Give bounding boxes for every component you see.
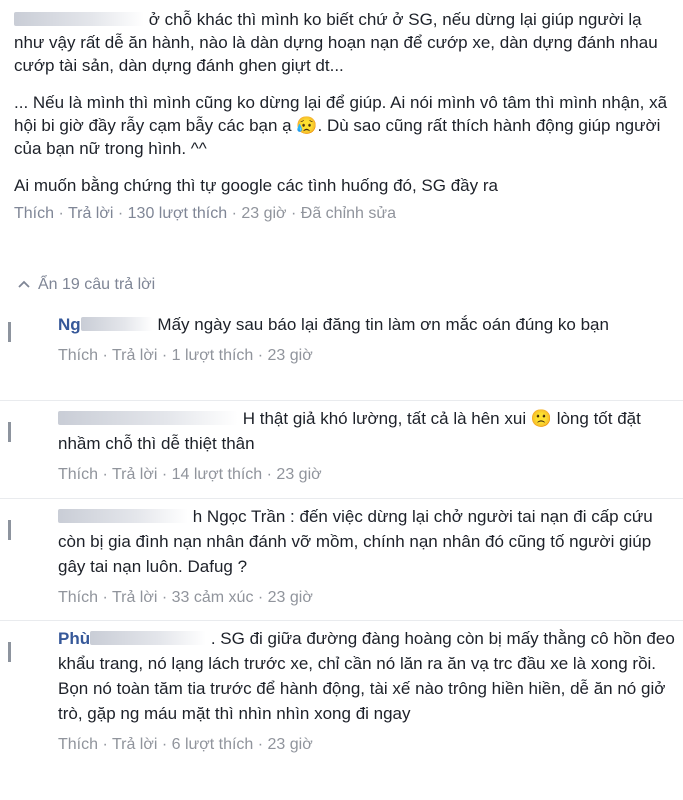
blurred-author-name (90, 631, 207, 645)
timestamp[interactable]: 23 giờ (241, 205, 286, 222)
timestamp[interactable]: 23 giờ (268, 589, 313, 606)
avatar[interactable] (8, 312, 40, 344)
like-count-link[interactable]: 6 lượt thích (172, 736, 254, 753)
comment-paragraph-3: Ai muốn bằng chứng thì tự google các tìn… (14, 176, 498, 195)
reply-body: Phù . SG đi giữa đường đàng hoàng còn bị… (58, 626, 676, 754)
timestamp[interactable]: 23 giờ (276, 466, 321, 483)
reply-actions: Thích · Trả lời · 14 lượt thích · 23 giờ (58, 466, 322, 483)
like-count-link[interactable]: 130 lượt thích (128, 205, 227, 222)
like-count-link[interactable]: 1 lượt thích (172, 347, 254, 364)
reply-actions: Thích · Trả lời · 6 lượt thích · 23 giờ (58, 736, 313, 753)
reply-link[interactable]: Trả lời (68, 205, 113, 222)
reply-author-name[interactable]: Ng (58, 315, 81, 334)
comment-actions: Thích · Trả lời · 130 lượt thích · 23 gi… (14, 205, 396, 222)
blurred-author-name (14, 12, 144, 26)
like-link[interactable]: Thích (58, 589, 98, 606)
avatar[interactable] (8, 412, 40, 444)
reply-link[interactable]: Trả lời (112, 466, 157, 483)
chevron-up-icon (18, 280, 30, 288)
divider (0, 620, 683, 621)
like-link[interactable]: Thích (14, 205, 54, 222)
blurred-author-name (80, 317, 153, 331)
timestamp[interactable]: 23 giờ (268, 347, 313, 364)
divider (0, 400, 683, 401)
reply-link[interactable]: Trả lời (112, 736, 157, 753)
like-count-link[interactable]: 33 cảm xúc (172, 589, 254, 606)
reply-body: Ng Mấy ngày sau báo lại đăng tin làm ơn … (58, 312, 676, 365)
blurred-author-name (58, 411, 238, 425)
like-count-link[interactable]: 14 lượt thích (172, 466, 263, 483)
avatar[interactable] (8, 510, 40, 542)
edited-link[interactable]: Đã chỉnh sửa (301, 205, 396, 222)
main-comment: ở chỗ khác thì mình ko biết chứ ở SG, nế… (14, 8, 674, 225)
avatar[interactable] (8, 632, 40, 664)
comment-paragraph-1: ở chỗ khác thì mình ko biết chứ ở SG, nế… (14, 10, 663, 75)
hide-replies-toggle[interactable]: Ẩn 19 câu trả lời (18, 276, 155, 294)
reply-link[interactable]: Trả lời (112, 347, 157, 364)
like-link[interactable]: Thích (58, 736, 98, 753)
comment-paragraph-2: ... Nếu là mình thì mình cũng ko dừng lạ… (14, 93, 672, 158)
like-link[interactable]: Thích (58, 466, 98, 483)
hide-replies-label: Ẩn 19 câu trả lời (38, 276, 156, 293)
reply-body: H thật giả khó lường, tất cả là hên xui … (58, 406, 676, 484)
reply-actions: Thích · Trả lời · 1 lượt thích · 23 giờ (58, 347, 313, 364)
reply-author-name[interactable]: Phù (58, 629, 90, 648)
reply-actions: Thích · Trả lời · 33 cảm xúc · 23 giờ (58, 589, 313, 606)
reply-text: Mấy ngày sau báo lại đăng tin làm ơn mắc… (157, 315, 609, 334)
reply-link[interactable]: Trả lời (112, 589, 157, 606)
timestamp[interactable]: 23 giờ (268, 736, 313, 753)
blurred-author-name (58, 509, 188, 523)
like-link[interactable]: Thích (58, 347, 98, 364)
divider (0, 498, 683, 499)
reply-body: h Ngọc Trần : đến việc dừng lại chở ngườ… (58, 504, 676, 607)
